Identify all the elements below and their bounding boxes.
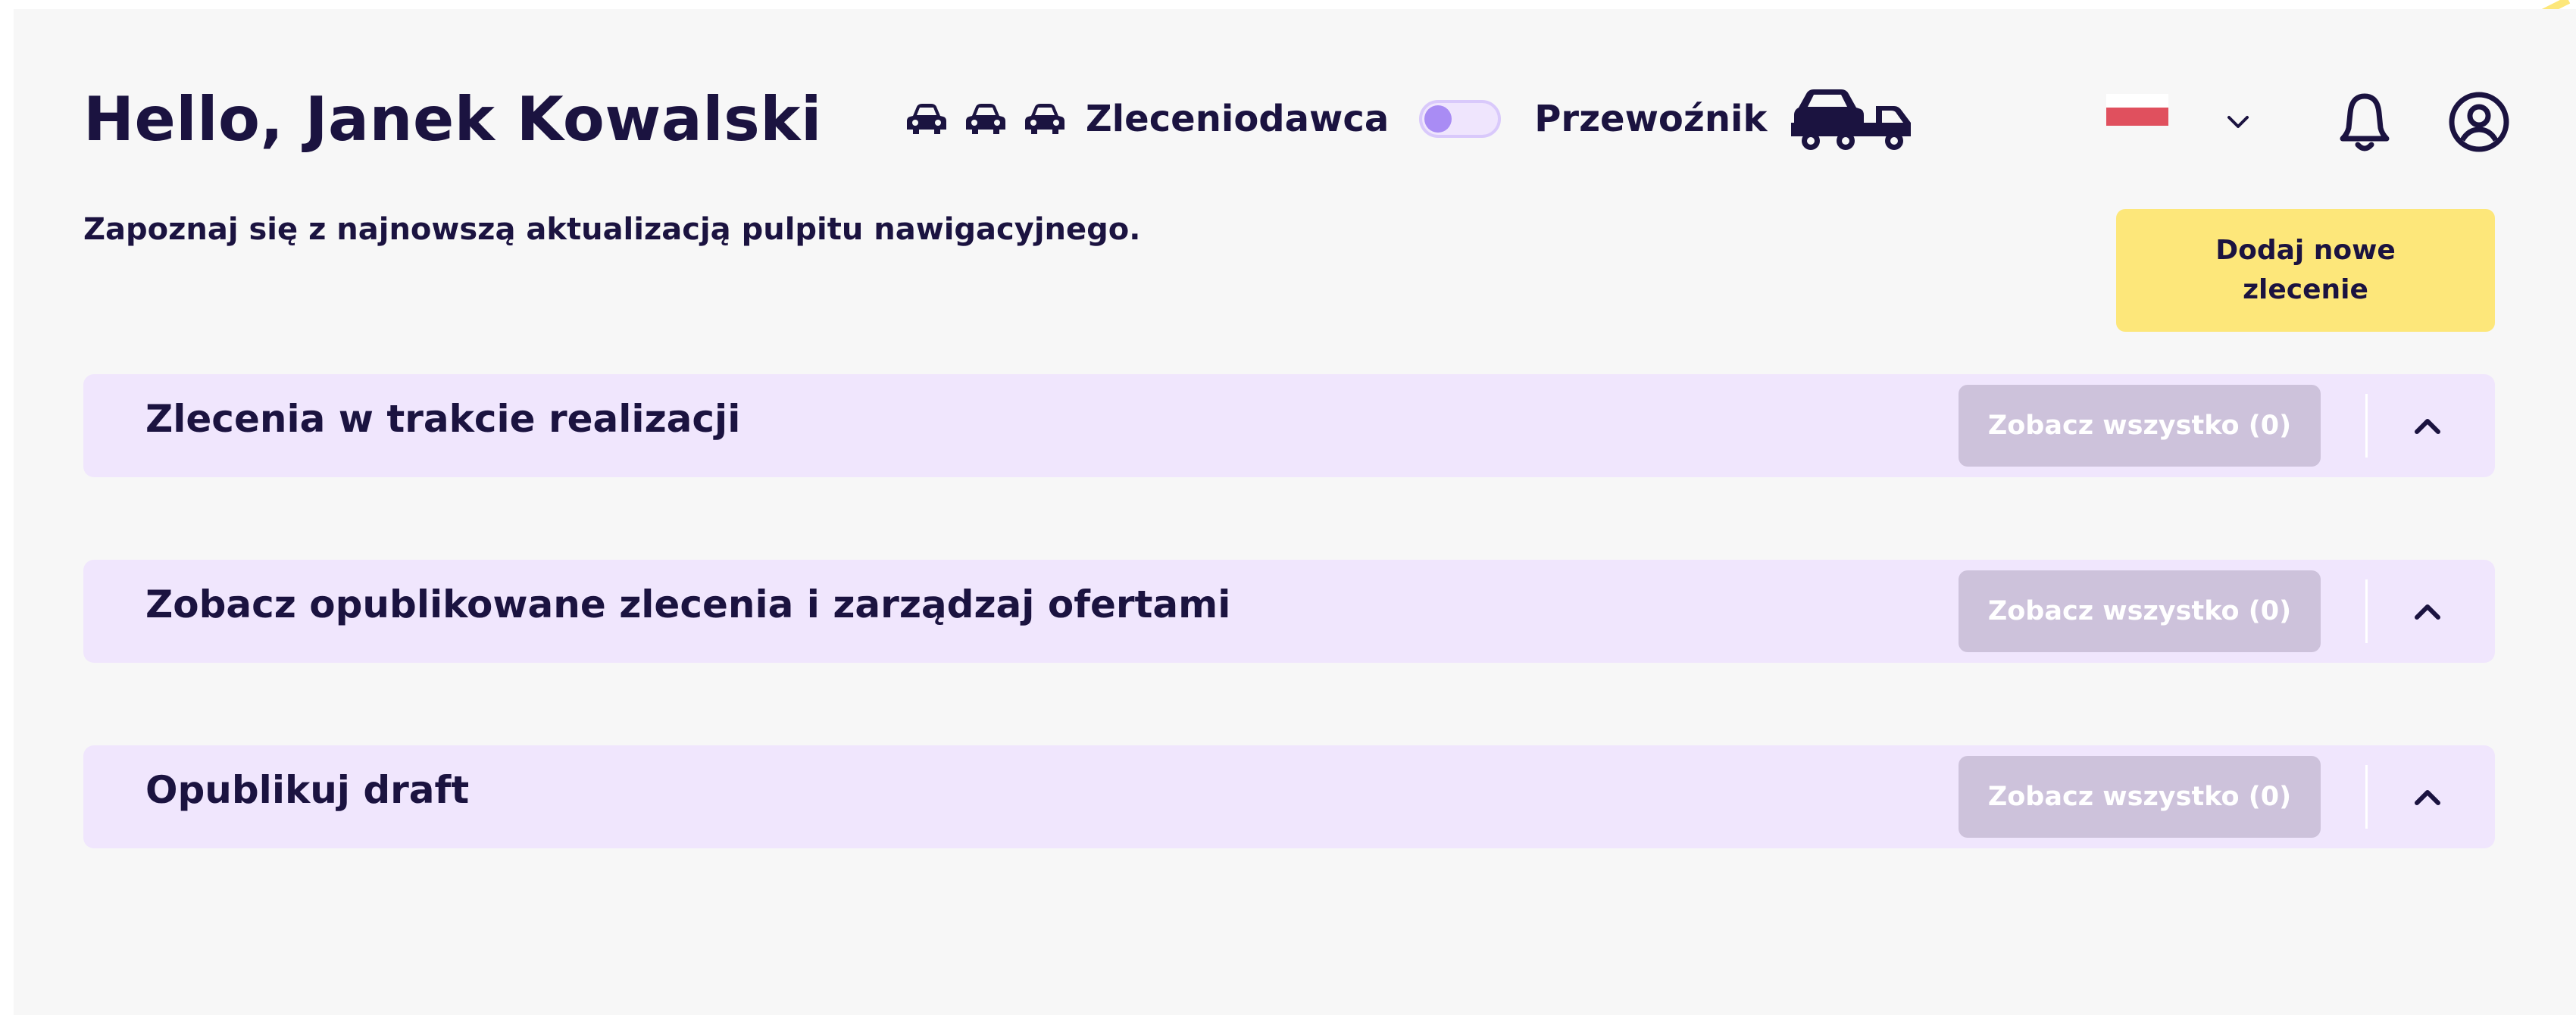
see-all-button[interactable]: Zobacz wszystko (0): [1959, 385, 2321, 467]
update-notice[interactable]: Zapoznaj się z najnowszą aktualizacją pu…: [83, 212, 1140, 247]
bell-icon[interactable]: [2337, 90, 2393, 154]
flag-red-stripe: [2106, 108, 2168, 126]
toggle-knob: [1424, 105, 1452, 133]
role-client-label: Zleceniodawca: [1085, 98, 1390, 140]
section-in-progress: Zlecenia w trakcie realizacji Zobacz wsz…: [83, 374, 2495, 477]
section-title: Zobacz opublikowane zlecenia i zarządzaj…: [145, 582, 1231, 626]
section-drafts: Opublikuj draft Zobacz wszystko (0): [83, 745, 2495, 848]
car-icon: [964, 101, 1007, 137]
divider: [2365, 765, 2368, 829]
divider: [2365, 394, 2368, 458]
role-toggle[interactable]: [1419, 100, 1502, 138]
chevron-up-icon[interactable]: [2409, 779, 2446, 815]
header-tools: [2106, 73, 2511, 171]
see-all-button[interactable]: Zobacz wszystko (0): [1959, 570, 2321, 652]
chevron-up-icon[interactable]: [2409, 408, 2446, 444]
car-icon: [905, 101, 948, 137]
section-title: Opublikuj draft: [145, 768, 470, 812]
section-published-orders: Zobacz opublikowane zlecenia i zarządzaj…: [83, 560, 2495, 663]
section-title: Zlecenia w trakcie realizacji: [145, 397, 741, 441]
flag-icon[interactable]: [2106, 94, 2168, 136]
user-circle-icon[interactable]: [2447, 90, 2511, 154]
add-new-order-button[interactable]: Dodaj nowe zlecenie: [2116, 209, 2495, 332]
tow-truck-icon: [1788, 85, 1917, 153]
chevron-up-icon[interactable]: [2409, 593, 2446, 629]
role-carrier-label: Przewoźnik: [1534, 98, 1768, 140]
page-title: Hello, Janek Kowalski: [83, 83, 822, 155]
divider: [2365, 579, 2368, 643]
role-switcher: Zleceniodawca Przewoźnik: [905, 85, 1918, 153]
chevron-down-icon[interactable]: [2223, 111, 2253, 133]
see-all-button[interactable]: Zobacz wszystko (0): [1959, 756, 2321, 838]
dashboard-panel: Hello, Janek Kowalski Zleceniodawca Prze…: [14, 9, 2576, 1015]
car-icon: [1024, 101, 1066, 137]
